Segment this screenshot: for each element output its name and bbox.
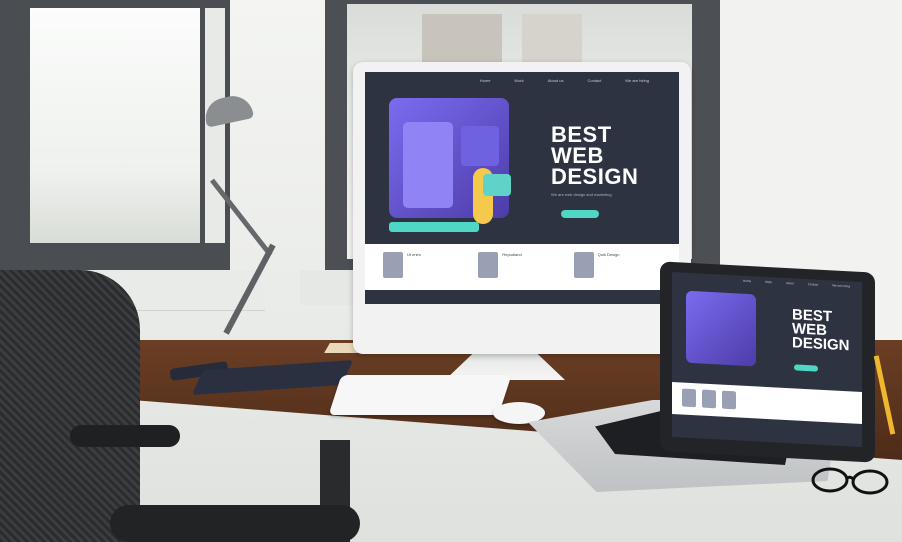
nav-link: About <box>786 280 794 286</box>
window-glass <box>30 8 200 243</box>
hero-title: BEST WEB DESIGN <box>551 122 639 189</box>
card-thumbnail <box>682 388 696 408</box>
desktop-monitor: Home Work About us Contact We are hiring… <box>353 62 691 354</box>
illustration-panel <box>461 126 499 166</box>
feature-card: Repudiand <box>478 252 565 282</box>
nav-link: Contact <box>807 282 819 287</box>
nav-link: Contact <box>587 77 602 83</box>
card-thumbnail <box>722 390 736 410</box>
card-thumbnail <box>478 252 499 278</box>
laptop-lid: Home Work About Contact We are hiring BE… <box>660 261 875 463</box>
card-title: Repudiand <box>502 252 522 257</box>
feature-card: Quis Design <box>573 252 661 282</box>
website-nav: Home Work About us Contact We are hiring <box>365 72 679 88</box>
nav-link: We are hiring <box>832 283 850 289</box>
hero-title: BEST WEB DESIGN <box>792 306 850 355</box>
illustration-document <box>403 122 453 208</box>
feature-card: Ut enim <box>383 252 470 282</box>
card-thumbnail <box>383 252 403 278</box>
card-title: Ut enim <box>407 252 421 257</box>
play-icon <box>483 174 511 196</box>
desktop-keyboard <box>328 375 512 415</box>
nav-link: Work <box>765 279 773 285</box>
desk-scene: Home Work About us Contact We are hiring… <box>0 0 902 542</box>
monitor-screen: Home Work About us Contact We are hiring… <box>365 72 679 304</box>
card-thumbnail <box>573 252 594 278</box>
monitor-chin <box>353 306 691 354</box>
feature-strip <box>672 381 862 424</box>
chair-seat <box>110 505 360 542</box>
website-nav: Home Work About Contact We are hiring <box>672 272 862 292</box>
left-window <box>0 0 230 290</box>
feature-strip: Ut enim Repudiand Quis Design <box>365 244 679 290</box>
hero-button <box>794 364 818 372</box>
hero-subtitle: We are web design and marketing <box>551 192 612 197</box>
illustration-platform <box>389 222 479 232</box>
nav-link: Work <box>514 77 524 83</box>
hero-button <box>561 210 599 218</box>
hero-illustration <box>686 290 756 367</box>
card-thumbnail <box>702 389 716 409</box>
chair-armrest <box>70 425 180 447</box>
nav-link: Home <box>743 278 752 284</box>
eyeglasses-icon <box>811 467 889 495</box>
card-title: Quis Design <box>597 252 620 257</box>
nav-link: About us <box>547 77 564 83</box>
mesh-office-chair <box>0 270 140 542</box>
nav-link: Home <box>479 77 491 83</box>
nav-link: We are hiring <box>625 77 649 83</box>
laptop-screen: Home Work About Contact We are hiring BE… <box>672 271 862 447</box>
